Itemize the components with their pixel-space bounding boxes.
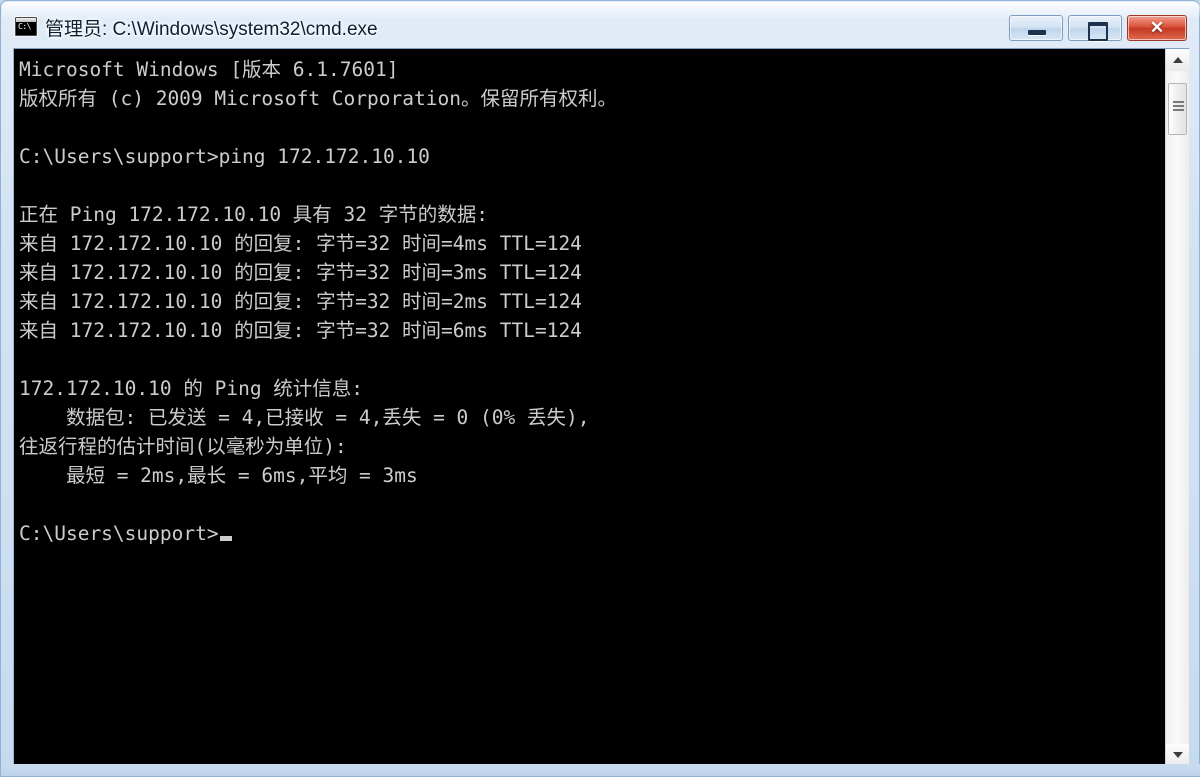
console-text: Microsoft Windows [版本 6.1.7601] 版权所有 (c)…	[19, 55, 617, 548]
close-icon: ✕	[1149, 18, 1165, 37]
console-frame: Microsoft Windows [版本 6.1.7601] 版权所有 (c)…	[13, 48, 1189, 766]
text-cursor	[219, 536, 232, 541]
chevron-up-icon	[1172, 57, 1183, 63]
minimize-button[interactable]	[1009, 15, 1063, 41]
titlebar[interactable]: C:\ 管理员: C:\Windows\system32\cmd.exe ✕	[1, 1, 1200, 48]
close-button[interactable]: ✕	[1127, 15, 1187, 41]
scroll-up-button[interactable]	[1166, 49, 1189, 71]
minimize-icon	[1028, 30, 1046, 35]
window-bottom-edge	[1, 764, 1200, 776]
console-lines: Microsoft Windows [版本 6.1.7601] 版权所有 (c)…	[19, 58, 617, 545]
maximize-icon	[1088, 22, 1108, 41]
console-scrollbar[interactable]	[1165, 49, 1189, 766]
console-output-area[interactable]: Microsoft Windows [版本 6.1.7601] 版权所有 (c)…	[14, 49, 1165, 766]
scrollbar-grip-icon	[1173, 101, 1184, 103]
chevron-down-icon	[1172, 752, 1183, 758]
maximize-button[interactable]	[1068, 15, 1122, 41]
cmd-icon: C:\	[15, 17, 37, 36]
window-title: 管理员: C:\Windows\system32\cmd.exe	[45, 19, 378, 40]
cmd-icon-prompt-glyph: C:\	[18, 22, 31, 31]
scrollbar-thumb[interactable]	[1168, 83, 1187, 135]
scrollbar-track[interactable]	[1166, 71, 1189, 744]
cmd-window: C:\ 管理员: C:\Windows\system32\cmd.exe ✕ M…	[0, 0, 1200, 777]
scroll-down-button[interactable]	[1166, 744, 1189, 766]
